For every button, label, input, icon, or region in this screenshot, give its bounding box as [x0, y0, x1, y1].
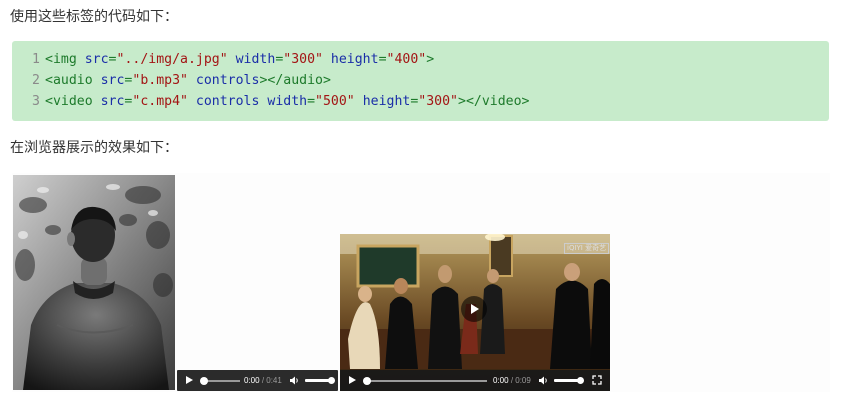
code-attr: src — [100, 73, 125, 88]
code-line-3: 3 <video src="c.mp4" controls width="500"… — [12, 92, 529, 112]
audio-current-time: 0:00 — [244, 376, 260, 385]
audio-player: 0:00 / 0:41 — [177, 370, 338, 391]
video-duration: / 0:09 — [510, 376, 531, 385]
play-icon[interactable] — [349, 376, 356, 384]
photo-illustration — [13, 175, 175, 390]
audio-time: 0:00 / 0:41 — [244, 376, 282, 385]
code-string: "c.mp4" — [132, 94, 188, 109]
code-tag-close: > — [426, 52, 435, 67]
code-attr: controls — [195, 94, 260, 109]
video-current-time: 0:00 — [493, 376, 509, 385]
fullscreen-icon[interactable] — [592, 375, 602, 385]
code-attr: width — [235, 52, 276, 67]
video-progress-knob[interactable] — [363, 377, 371, 385]
video-center-play-button[interactable] — [461, 296, 487, 322]
volume-icon[interactable] — [289, 375, 300, 386]
code-string: "300" — [418, 94, 458, 109]
video-watermark: iQIYI 爱奇艺 — [564, 243, 610, 254]
video-volume-knob[interactable] — [576, 377, 584, 384]
video-controls: 0:00 / 0:09 — [340, 370, 610, 391]
video-player: iQIYI 爱奇艺 0:00 / 0:09 — [340, 234, 610, 391]
code-block: 1 <img src="../img/a.jpg" width="300" hei… — [12, 41, 829, 121]
code-tag: <video — [45, 94, 93, 109]
audio-volume-knob[interactable] — [327, 377, 335, 384]
audio-progress-track[interactable] — [204, 380, 240, 382]
page: 使用这些标签的代码如下： 1 <img src="../img/a.jpg" wi… — [0, 0, 853, 401]
code-attr: src — [100, 94, 125, 109]
play-icon[interactable] — [186, 376, 193, 384]
code-string: "../img/a.jpg" — [116, 52, 228, 67]
demo-image — [13, 175, 175, 390]
line-number: 1 — [32, 52, 40, 67]
intro-text: 使用这些标签的代码如下： — [10, 9, 178, 25]
code-tag: <img — [45, 52, 77, 67]
code-attr: controls — [195, 73, 260, 88]
result-text: 在浏览器展示的效果如下： — [10, 140, 178, 156]
line-number: 3 — [32, 94, 40, 109]
video-progress-track[interactable] — [367, 380, 487, 382]
code-attr: height — [362, 94, 411, 109]
code-tag: <audio — [45, 73, 93, 88]
volume-icon[interactable] — [538, 375, 549, 386]
audio-progress-knob[interactable] — [200, 377, 208, 385]
code-attr: height — [330, 52, 379, 67]
play-icon — [471, 304, 479, 314]
code-tag-close: ></audio> — [259, 73, 331, 88]
code-string: "300" — [283, 52, 323, 67]
line-number: 2 — [32, 73, 40, 88]
code-line-2: 2 <audio src="b.mp3" controls></audio> — [12, 71, 331, 91]
code-string: "b.mp3" — [132, 73, 188, 88]
video-time: 0:00 / 0:09 — [493, 376, 531, 385]
audio-duration: / 0:41 — [261, 376, 282, 385]
code-line-1: 1 <img src="../img/a.jpg" width="300" hei… — [12, 50, 434, 70]
code-string: "500" — [315, 94, 355, 109]
code-string: "400" — [386, 52, 427, 67]
code-tag-close: ></video> — [458, 94, 530, 109]
code-attr: width — [267, 94, 308, 109]
code-attr: src — [84, 52, 109, 67]
